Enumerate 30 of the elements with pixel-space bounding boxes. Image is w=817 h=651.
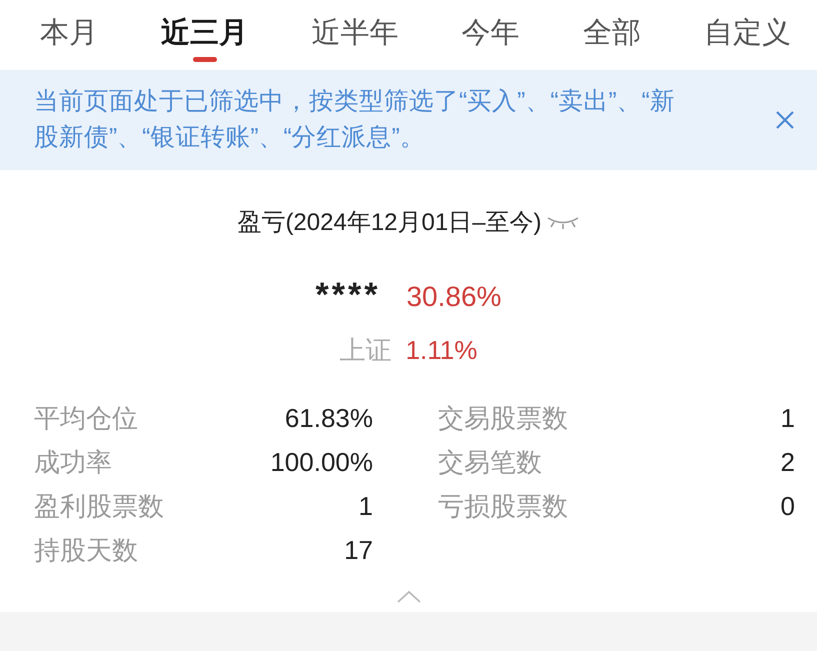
stat-label: 交易股票数 [438, 402, 568, 434]
stat-label: 亏损股票数 [438, 490, 568, 522]
hidden-amount: **** [316, 276, 380, 315]
stat-label: 交易笔数 [438, 446, 542, 478]
period-tab[interactable]: 今年 [462, 0, 520, 70]
stat-label: 盈利股票数 [34, 490, 164, 522]
benchmark-label: 上证 [340, 334, 392, 367]
stat-value: 17 [344, 534, 373, 566]
stat-label: 持股天数 [34, 534, 138, 566]
return-rate: 30.86% [406, 281, 502, 313]
period-tab[interactable]: 全部 [582, 0, 641, 70]
stat-value: 1 [780, 402, 795, 434]
active-indicator [192, 57, 217, 62]
filter-message: 当前页面处于已筛选中，按类型筛选了“买入”、“卖出”、“新股新债”、“银证转账”、“分红派息”。 [34, 87, 676, 153]
period-tab[interactable]: 近三月 [161, 0, 248, 70]
stat-label: 成功率 [34, 446, 112, 478]
period-tab[interactable]: 近半年 [311, 0, 398, 70]
collapse-icon[interactable] [396, 590, 422, 604]
stat-label: 平均仓位 [34, 402, 138, 434]
stat-value: 2 [780, 446, 795, 478]
stat-value: 0 [780, 490, 795, 522]
close-icon[interactable] [775, 110, 795, 130]
period-tab[interactable]: 本月 [40, 0, 98, 70]
period-tab[interactable]: 自定义 [704, 0, 791, 70]
profit-title: 盈亏(2024年12月01日–至今) [237, 208, 542, 238]
stat-value: 100.00% [270, 446, 373, 478]
stat-value: 1 [358, 490, 373, 522]
benchmark-value: 1.11% [406, 335, 478, 366]
closed-eye-icon[interactable] [546, 215, 580, 229]
stat-value: 61.83% [284, 402, 373, 434]
